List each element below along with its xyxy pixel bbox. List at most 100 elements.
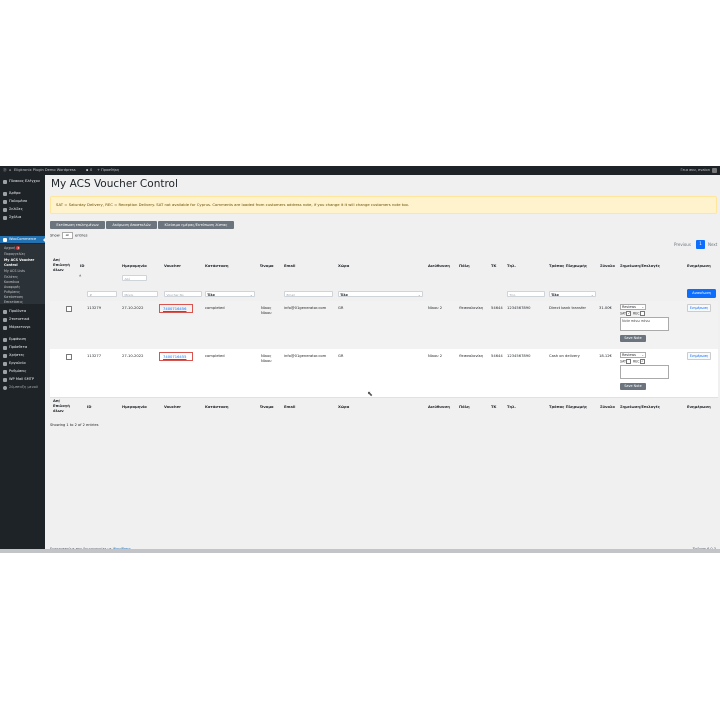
comment-icon[interactable]: ▪ bbox=[86, 166, 88, 175]
update-row-button[interactable]: Ενημέρωση bbox=[687, 304, 711, 312]
update-badge: 3 bbox=[16, 246, 21, 250]
wordpress-logo-icon[interactable]: ⓪ bbox=[3, 166, 7, 175]
date-from-input[interactable]: Από bbox=[122, 275, 147, 281]
submenu-label: My ACS Voucher Control bbox=[4, 258, 35, 267]
media-icon bbox=[3, 199, 7, 204]
sidebar-item-pages[interactable]: Σελίδες bbox=[0, 206, 45, 213]
voucher-filter-input[interactable]: Voucher No bbox=[164, 291, 202, 297]
sidebar-item-wp-mail-smtp[interactable]: WP Mail SMTP bbox=[0, 376, 45, 383]
comments-count[interactable]: 0 bbox=[90, 166, 92, 175]
phone-filter-input[interactable]: Τηλ. bbox=[507, 291, 545, 297]
col-payment-footer: Τρόπος Πληρωμής bbox=[549, 405, 588, 409]
close-day-print-list-button[interactable]: Κλείσιμο ημέρας/Εκτύπωση λίστας bbox=[158, 221, 234, 229]
save-note-button[interactable]: Save Note bbox=[620, 383, 646, 390]
sat-label: SAT bbox=[620, 359, 626, 364]
cell-country: GR bbox=[338, 306, 344, 310]
id-filter-input[interactable]: # bbox=[87, 291, 117, 297]
voucher-link[interactable]: 7400716455 bbox=[159, 352, 193, 361]
delivery-options: SAT REC ✓ bbox=[620, 359, 645, 364]
sidebar-item-dashboard[interactable]: Πίνακας Ελέγχου bbox=[0, 178, 45, 185]
mail-icon bbox=[3, 377, 7, 382]
sidebar-item-label: Σχόλια bbox=[9, 215, 22, 219]
sidebar-item-label: Εμφάνιση bbox=[9, 337, 27, 341]
pager-page-1[interactable]: 1 bbox=[696, 240, 705, 249]
cancel-shipments-button[interactable]: Ακύρωση Αποστολών bbox=[106, 221, 157, 229]
note-select[interactable]: Reviews ⌄ bbox=[620, 352, 646, 358]
sidebar-item-media[interactable]: Πολυμέσα bbox=[0, 198, 45, 205]
sat-checkbox[interactable] bbox=[626, 359, 632, 364]
entries-length-control: Show all entries bbox=[50, 232, 87, 239]
sidebar-item-label: WP Mail SMTP bbox=[9, 377, 35, 381]
cell-name: Νίκος Νίκου bbox=[261, 306, 272, 315]
alert-text: SAT = Saturday Delivery, REC = Reception… bbox=[56, 202, 410, 207]
sidebar-item-users[interactable]: Χρήστες bbox=[0, 352, 45, 359]
col-update-footer: Ενημέρωση bbox=[687, 405, 711, 409]
sidebar-item-woocommerce[interactable]: WooCommerce bbox=[0, 236, 45, 243]
cell-address: Νίκου 2 bbox=[428, 306, 443, 310]
cell-email: info@01generator.com bbox=[284, 306, 327, 310]
sidebar-item-posts[interactable]: Άρθρα bbox=[0, 190, 45, 197]
sidebar-item-settings[interactable]: Ρυθμίσεις bbox=[0, 368, 45, 375]
note-select[interactable]: Reviews ⌄ bbox=[620, 304, 646, 310]
row-checkbox[interactable] bbox=[66, 354, 72, 360]
sidebar-item-marketing[interactable]: Μάρκετινγκ bbox=[0, 324, 45, 331]
collapse-icon bbox=[3, 385, 7, 390]
cell-zip: 54644 bbox=[491, 354, 503, 358]
user-icon bbox=[3, 353, 7, 358]
wrench-icon bbox=[3, 361, 7, 366]
horizontal-scrollbar[interactable] bbox=[0, 549, 720, 553]
cell-payment: Cash on delivery bbox=[549, 354, 580, 358]
sidebar-item-plugins[interactable]: Πρόσθετα bbox=[0, 344, 45, 351]
print-selected-button[interactable]: Εκτύπωση επιλεγμένων bbox=[50, 221, 105, 229]
pin-icon bbox=[3, 191, 7, 196]
cell-total: 18.12€ bbox=[599, 354, 612, 358]
collapse-menu-button[interactable]: Σύμπτυξη μενού bbox=[0, 384, 45, 391]
sidebar-item-label: Εργαλεία bbox=[9, 361, 26, 365]
cell-status: completed bbox=[205, 354, 225, 358]
note-textarea[interactable]: Note πάνω πάνω bbox=[620, 317, 669, 331]
update-all-button[interactable]: Ανανέωση bbox=[687, 289, 716, 298]
submenu-label: Επεκτάσεις bbox=[4, 300, 23, 304]
payment-filter-value: Όλα bbox=[551, 293, 559, 297]
note-textarea[interactable] bbox=[620, 365, 669, 379]
entries-select[interactable]: all bbox=[61, 232, 73, 239]
col-voucher: Voucher bbox=[164, 264, 181, 268]
sidebar-item-analytics[interactable]: Στατιστικά bbox=[0, 316, 45, 323]
site-name-link[interactable]: Eligkronix Plugin Demo Wordpress bbox=[14, 166, 76, 175]
row-checkbox[interactable] bbox=[66, 306, 72, 312]
chevron-down-icon: ⌄ bbox=[641, 305, 644, 309]
sat-checkbox[interactable]: ✓ bbox=[626, 311, 632, 316]
admin-sidebar: Πίνακας Ελέγχου Άρθρα Πολυμέσα Σελίδες Σ… bbox=[0, 175, 45, 553]
greeting-link[interactable]: Γεια σου, evalon bbox=[680, 166, 710, 175]
submenu-item-extensions[interactable]: Επεκτάσεις bbox=[0, 299, 45, 305]
box-icon bbox=[3, 309, 7, 314]
table-row: 113279 27-10-2022 7400716456 completed Ν… bbox=[50, 301, 718, 349]
col-address-footer: Διεύθυνση bbox=[428, 405, 450, 409]
avatar[interactable] bbox=[712, 168, 717, 173]
country-filter-value: Όλα bbox=[340, 293, 348, 297]
email-filter-input[interactable]: Email bbox=[284, 291, 333, 297]
cell-country: GR bbox=[338, 354, 344, 358]
rec-checkbox[interactable]: ✓ bbox=[639, 359, 645, 364]
voucher-link[interactable]: 7400716456 bbox=[159, 304, 193, 313]
sidebar-item-label: Σύμπτυξη μενού bbox=[9, 385, 38, 389]
sidebar-item-products[interactable]: Προϊόντα bbox=[0, 308, 45, 315]
pager-next[interactable]: Next bbox=[708, 241, 717, 249]
pager-previous[interactable]: Previous bbox=[674, 241, 691, 249]
col-city: Πόλη bbox=[459, 264, 470, 268]
sidebar-item-comments[interactable]: Σχόλια bbox=[0, 214, 45, 221]
status-filter-select[interactable]: Όλα ⌄ bbox=[205, 291, 255, 297]
col-update: Ενημέρωση bbox=[687, 264, 711, 268]
sidebar-item-tools[interactable]: Εργαλεία bbox=[0, 360, 45, 367]
note-select-value: Reviews bbox=[622, 353, 636, 357]
payment-filter-select[interactable]: Όλα ⌄ bbox=[549, 291, 596, 297]
rec-checkbox[interactable] bbox=[639, 311, 645, 316]
date-to-input[interactable]: Μέχρι bbox=[122, 291, 158, 297]
country-filter-select[interactable]: Όλα ⌄ bbox=[338, 291, 423, 297]
sidebar-item-appearance[interactable]: Εμφάνιση bbox=[0, 336, 45, 343]
save-note-button[interactable]: Save Note bbox=[620, 335, 646, 342]
new-content-link[interactable]: Προσθήκη bbox=[101, 166, 119, 175]
update-row-button[interactable]: Ενημέρωση bbox=[687, 352, 711, 360]
cell-id: 113279 bbox=[87, 306, 102, 310]
plugin-icon bbox=[3, 345, 7, 350]
